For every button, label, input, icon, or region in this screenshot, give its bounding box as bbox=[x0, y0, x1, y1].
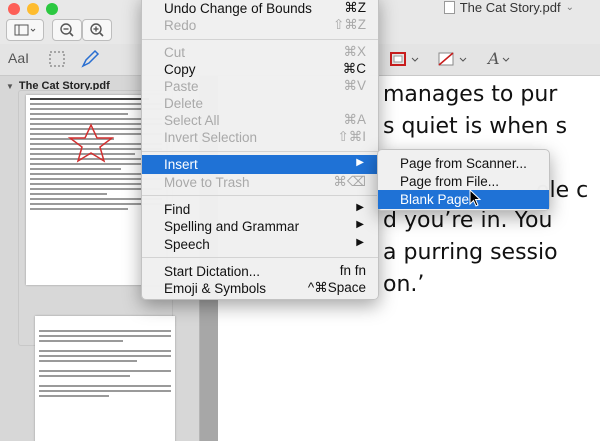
sidebar-icon bbox=[14, 24, 36, 36]
zoom-out-icon bbox=[60, 23, 74, 37]
star-annotation-icon bbox=[67, 123, 115, 163]
edit-menu: Undo Change of Bounds ⌘Z Redo ⇧⌘Z Cut ⌘X Co… bbox=[141, 0, 379, 300]
menu-item-blank-page[interactable]: Blank Page bbox=[378, 190, 549, 209]
menu-item-shortcut: ⌘X bbox=[343, 44, 366, 59]
text-style-icon[interactable]: A bbox=[488, 49, 500, 68]
menu-item-shortcut: ⌘V bbox=[343, 78, 366, 93]
menu-item-label: Copy bbox=[164, 62, 196, 77]
menu-item-redo: Redo ⇧⌘Z bbox=[142, 16, 378, 35]
fill-color-icon[interactable] bbox=[438, 52, 472, 68]
menu-item-insert[interactable]: Insert ▶ bbox=[142, 155, 378, 174]
menu-item-shortcut: ⇧⌘Z bbox=[332, 17, 366, 32]
menu-item-invert-selection: Invert Selection ⇧⌘I bbox=[142, 128, 378, 147]
menu-item-speech[interactable]: Speech ▶ bbox=[142, 235, 378, 254]
menu-item-move-to-trash: Move to Trash ⌘⌫ bbox=[142, 173, 378, 192]
menu-item-shortcut: ⌘⌫ bbox=[333, 174, 366, 189]
menu-item-label: Blank Page bbox=[400, 192, 470, 207]
zoom-in-button[interactable] bbox=[82, 19, 112, 41]
insert-submenu: Page from Scanner... Page from File... B… bbox=[377, 149, 550, 211]
document-text-line: manages to pur bbox=[383, 82, 558, 107]
window-title: The Cat Story.pdf ⌄ bbox=[443, 0, 574, 15]
sketch-pen-icon[interactable] bbox=[80, 49, 100, 69]
submenu-arrow-icon: ▶ bbox=[356, 157, 364, 168]
menu-item-shortcut: ⌘A bbox=[343, 112, 366, 127]
menu-item-emoji-symbols[interactable]: Emoji & Symbols ^⌘Space bbox=[142, 279, 378, 298]
submenu-arrow-icon: ▶ bbox=[356, 202, 364, 213]
menu-separator bbox=[142, 195, 378, 196]
menu-item-label: Insert bbox=[164, 157, 198, 172]
document-text-line: on.’ bbox=[383, 272, 425, 297]
menu-item-label: Redo bbox=[164, 18, 197, 33]
menu-item-label: Page from Scanner... bbox=[400, 156, 527, 171]
window-title-text: The Cat Story.pdf bbox=[459, 0, 561, 15]
menu-item-label: Move to Trash bbox=[164, 175, 250, 190]
document-text-line: a purring sessio bbox=[383, 240, 558, 265]
minimize-window-button[interactable] bbox=[27, 3, 39, 15]
page-thumbnail-2[interactable] bbox=[35, 316, 175, 441]
menu-item-page-from-file[interactable]: Page from File... bbox=[378, 172, 549, 191]
menu-separator bbox=[142, 39, 378, 40]
document-text-line: d you’re in. You bbox=[383, 208, 553, 233]
view-menu-button[interactable] bbox=[6, 19, 44, 41]
menu-separator bbox=[142, 151, 378, 152]
menu-item-label: Speech bbox=[164, 237, 210, 252]
document-text-line: s quiet is when s bbox=[383, 114, 568, 139]
mouse-cursor-icon bbox=[469, 189, 482, 207]
menu-item-label: Find bbox=[164, 202, 191, 217]
menu-item-label: Paste bbox=[164, 79, 199, 94]
menu-item-label: Undo Change of Bounds bbox=[164, 1, 312, 16]
submenu-arrow-icon: ▶ bbox=[356, 237, 364, 248]
menu-item-label: Delete bbox=[164, 96, 204, 111]
menu-item-label: Cut bbox=[164, 45, 186, 60]
menu-item-page-from-scanner[interactable]: Page from Scanner... bbox=[378, 154, 549, 173]
menu-separator bbox=[142, 257, 378, 258]
zoom-out-button[interactable] bbox=[52, 19, 82, 41]
disclosure-triangle-icon[interactable]: ▼ bbox=[6, 82, 14, 91]
menu-item-shortcut: ⌘Z bbox=[344, 0, 366, 15]
menu-item-shortcut: ⌘C bbox=[342, 61, 366, 76]
menu-item-label: Invert Selection bbox=[164, 130, 258, 145]
menu-item-label: Select All bbox=[164, 113, 220, 128]
menu-item-shortcut: ⇧⌘I bbox=[337, 129, 366, 144]
menu-item-label: Spelling and Grammar bbox=[164, 219, 300, 234]
title-chevron-icon[interactable]: ⌄ bbox=[566, 2, 574, 13]
submenu-arrow-icon: ▶ bbox=[356, 219, 364, 230]
menu-item-label: Start Dictation... bbox=[164, 264, 261, 279]
menu-item-shortcut: fn fn bbox=[339, 263, 366, 278]
pdf-file-icon bbox=[443, 1, 455, 14]
text-tool-icon[interactable]: AaI bbox=[8, 50, 29, 66]
zoom-window-button[interactable] bbox=[46, 3, 58, 15]
border-color-icon[interactable] bbox=[390, 52, 424, 68]
menu-item-spelling-grammar[interactable]: Spelling and Grammar ▶ bbox=[142, 217, 378, 236]
close-window-button[interactable] bbox=[8, 3, 20, 15]
zoom-in-icon bbox=[90, 23, 104, 37]
rectangular-selection-icon[interactable] bbox=[48, 50, 66, 68]
menu-item-label: Page from File... bbox=[400, 174, 500, 189]
menu-item-shortcut: ^⌘Space bbox=[307, 280, 366, 295]
text-style-chevron-icon bbox=[502, 57, 510, 62]
menu-item-label: Emoji & Symbols bbox=[164, 281, 267, 296]
